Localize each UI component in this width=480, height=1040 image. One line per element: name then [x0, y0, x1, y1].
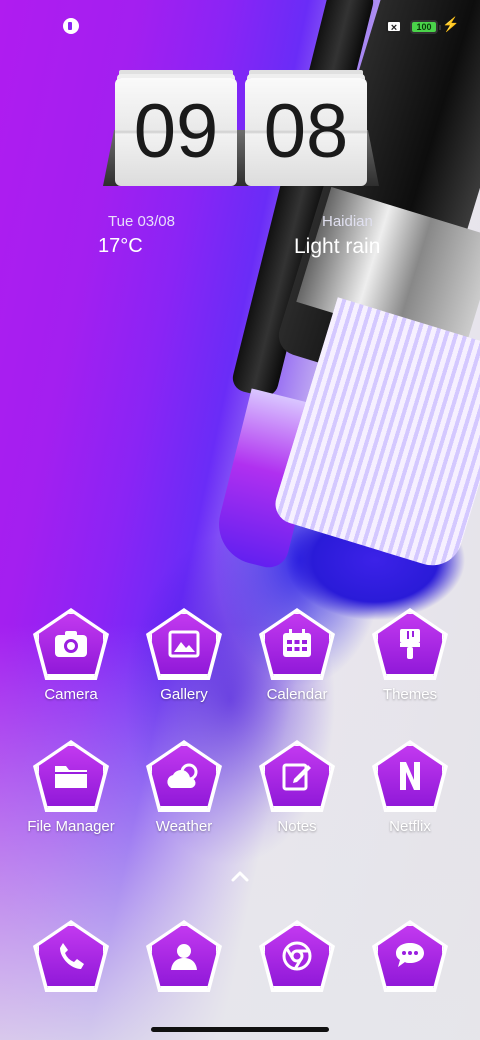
- dock-chrome[interactable]: [241, 920, 353, 1034]
- flip-clock-widget[interactable]: 09 08: [103, 78, 379, 190]
- app-gallery[interactable]: Gallery: [128, 608, 240, 722]
- battery-icon: 100: [410, 20, 441, 34]
- status-bar: × 100 ⚡: [0, 14, 480, 42]
- app-themes[interactable]: Themes: [354, 608, 466, 722]
- image-icon: [150, 612, 218, 676]
- netflix-n-icon: [376, 744, 444, 808]
- widget-date: Tue 03/08: [108, 213, 175, 230]
- cloud-sun-icon: [150, 744, 218, 808]
- note-edit-icon: [263, 744, 331, 808]
- widget-temperature[interactable]: 17°C: [98, 235, 143, 258]
- app-camera[interactable]: Camera: [15, 608, 127, 722]
- app-calendar[interactable]: Calendar: [241, 608, 353, 722]
- dock-phone[interactable]: [15, 920, 127, 1034]
- chrome-icon: [263, 924, 331, 988]
- bolt-icon: ⚡: [442, 16, 460, 32]
- app-file-manager[interactable]: File Manager: [15, 740, 127, 854]
- widget-city: Haidian: [322, 213, 373, 230]
- message-icon: [376, 924, 444, 988]
- home-gesture-bar[interactable]: [151, 1027, 329, 1032]
- dock-messages[interactable]: [354, 920, 466, 1034]
- app-netflix[interactable]: Netflix: [354, 740, 466, 854]
- app-drawer-arrow-icon[interactable]: [230, 868, 250, 884]
- calendar-icon: [263, 612, 331, 676]
- app-label: Themes: [382, 686, 438, 703]
- folder-icon: [37, 744, 105, 808]
- contacts-icon: [150, 924, 218, 988]
- app-notes[interactable]: Notes: [241, 740, 353, 854]
- app-label: Netflix: [389, 818, 431, 835]
- no-sim-icon: ×: [386, 20, 402, 34]
- paintbrush-icon: [376, 612, 444, 676]
- app-notification-icon: [63, 18, 79, 34]
- app-weather[interactable]: Weather: [128, 740, 240, 854]
- camera-icon: [37, 612, 105, 676]
- battery-level: 100: [416, 22, 432, 32]
- clock-hour: 09: [115, 78, 237, 186]
- dock-contacts[interactable]: [128, 920, 240, 1034]
- phone-icon: [37, 924, 105, 988]
- widget-condition[interactable]: Light rain: [294, 235, 380, 259]
- clock-minute: 08: [245, 78, 367, 186]
